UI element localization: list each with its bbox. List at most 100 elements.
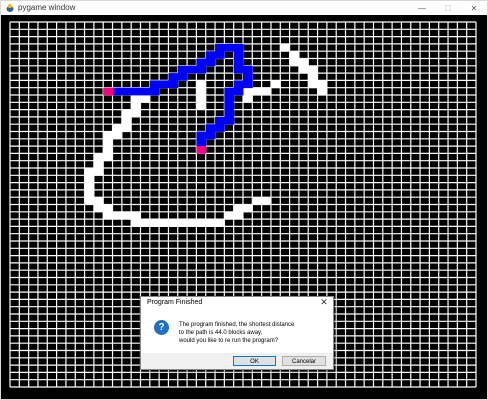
wall-cell[interactable]: [93, 153, 104, 162]
wall-cell[interactable]: [270, 80, 281, 89]
path-cell[interactable]: [215, 51, 225, 59]
path-cell[interactable]: [243, 80, 253, 89]
wall-cell[interactable]: [140, 219, 151, 227]
ok-button[interactable]: OK: [233, 356, 276, 366]
wall-cell[interactable]: [233, 204, 244, 213]
wall-cell[interactable]: [140, 95, 151, 103]
wall-cell[interactable]: [149, 219, 160, 227]
wall-cell[interactable]: [112, 124, 123, 132]
wall-cell[interactable]: [103, 138, 113, 147]
wall-cell[interactable]: [233, 211, 244, 220]
path-cell[interactable]: [205, 58, 216, 67]
wall-cell[interactable]: [84, 189, 95, 198]
wall-cell[interactable]: [196, 87, 207, 96]
path-cell[interactable]: [215, 43, 225, 52]
wall-cell[interactable]: [84, 182, 95, 191]
endpoint-cell[interactable]: [196, 146, 207, 154]
path-cell[interactable]: [215, 116, 225, 125]
path-cell[interactable]: [224, 102, 235, 110]
wall-cell[interactable]: [196, 102, 207, 110]
wall-cell[interactable]: [289, 58, 300, 67]
dialog-close-button[interactable]: ✕: [319, 297, 329, 308]
path-cell[interactable]: [121, 87, 132, 96]
path-cell[interactable]: [112, 87, 123, 96]
wall-cell[interactable]: [196, 95, 207, 103]
endpoint-cell[interactable]: [103, 87, 113, 96]
path-cell[interactable]: [196, 58, 207, 67]
wall-cell[interactable]: [243, 87, 253, 96]
wall-cell[interactable]: [131, 109, 141, 118]
path-cell[interactable]: [205, 131, 216, 140]
wall-cell[interactable]: [93, 197, 104, 205]
path-cell[interactable]: [168, 80, 179, 89]
path-cell[interactable]: [187, 65, 197, 74]
title-bar[interactable]: pygame window — ☐ ✕: [1, 1, 487, 15]
wall-cell[interactable]: [159, 219, 169, 227]
wall-cell[interactable]: [196, 80, 207, 89]
path-cell[interactable]: [243, 73, 253, 81]
path-cell[interactable]: [233, 87, 244, 96]
path-cell[interactable]: [233, 80, 244, 89]
path-cell[interactable]: [131, 87, 141, 96]
wall-cell[interactable]: [308, 80, 318, 89]
close-button[interactable]: ✕: [461, 1, 487, 15]
path-cell[interactable]: [215, 124, 225, 132]
path-cell[interactable]: [224, 116, 235, 125]
wall-cell[interactable]: [252, 197, 263, 205]
path-cell[interactable]: [224, 87, 235, 96]
path-cell[interactable]: [205, 51, 216, 59]
wall-cell[interactable]: [121, 116, 132, 125]
cancel-button[interactable]: Cancelar: [282, 356, 326, 366]
path-cell[interactable]: [233, 43, 244, 52]
wall-cell[interactable]: [252, 87, 263, 96]
path-cell[interactable]: [159, 80, 169, 89]
wall-cell[interactable]: [103, 146, 113, 154]
wall-cell[interactable]: [103, 153, 113, 162]
wall-cell[interactable]: [93, 168, 104, 176]
wall-cell[interactable]: [298, 65, 309, 74]
wall-cell[interactable]: [280, 43, 290, 52]
wall-cell[interactable]: [121, 211, 132, 220]
wall-cell[interactable]: [308, 73, 318, 81]
wall-cell[interactable]: [187, 219, 197, 227]
wall-cell[interactable]: [112, 131, 123, 140]
wall-cell[interactable]: [121, 109, 132, 118]
wall-cell[interactable]: [298, 58, 309, 67]
wall-cell[interactable]: [84, 197, 95, 205]
maximize-button[interactable]: ☐: [435, 1, 461, 15]
path-cell[interactable]: [233, 65, 244, 74]
wall-cell[interactable]: [308, 65, 318, 74]
path-cell[interactable]: [196, 131, 207, 140]
wall-cell[interactable]: [261, 197, 272, 205]
wall-cell[interactable]: [224, 211, 235, 220]
minimize-button[interactable]: —: [409, 1, 435, 15]
wall-cell[interactable]: [121, 124, 132, 132]
wall-cell[interactable]: [261, 87, 272, 96]
path-cell[interactable]: [224, 43, 235, 52]
wall-cell[interactable]: [317, 87, 328, 96]
path-cell[interactable]: [205, 124, 216, 132]
wall-cell[interactable]: [103, 131, 113, 140]
wall-cell[interactable]: [289, 51, 300, 59]
wall-cell[interactable]: [131, 211, 141, 220]
wall-cell[interactable]: [93, 160, 104, 169]
wall-cell[interactable]: [84, 175, 95, 183]
wall-cell[interactable]: [243, 95, 253, 103]
wall-cell[interactable]: [131, 95, 141, 103]
path-cell[interactable]: [168, 73, 179, 81]
wall-cell[interactable]: [84, 168, 95, 176]
path-cell[interactable]: [233, 51, 244, 59]
path-cell[interactable]: [196, 138, 207, 147]
wall-cell[interactable]: [215, 219, 225, 227]
wall-cell[interactable]: [243, 204, 253, 213]
wall-cell[interactable]: [103, 204, 113, 213]
path-cell[interactable]: [149, 80, 160, 89]
wall-cell[interactable]: [168, 219, 179, 227]
path-cell[interactable]: [149, 87, 160, 96]
path-cell[interactable]: [140, 87, 151, 96]
path-cell[interactable]: [177, 73, 188, 81]
wall-cell[interactable]: [131, 219, 141, 227]
wall-cell[interactable]: [112, 211, 123, 220]
path-cell[interactable]: [224, 109, 235, 118]
wall-cell[interactable]: [205, 219, 216, 227]
